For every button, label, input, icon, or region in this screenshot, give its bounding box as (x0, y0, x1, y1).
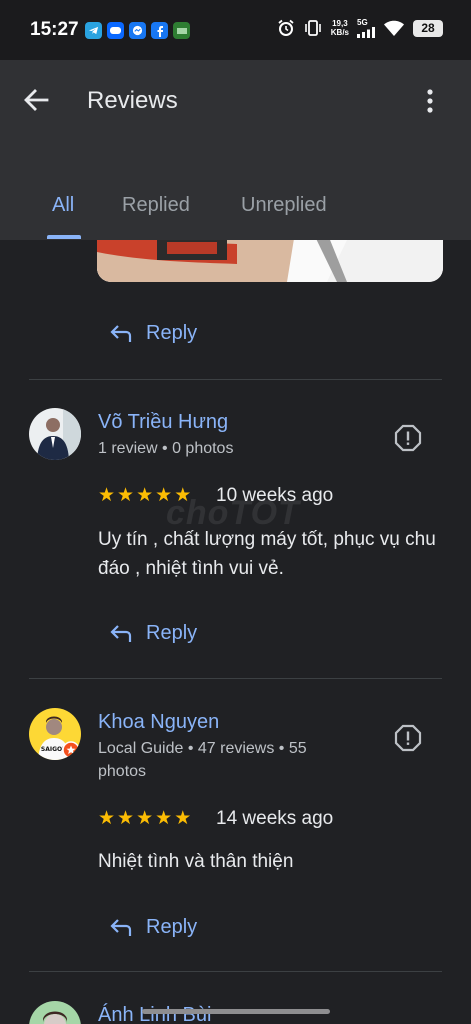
tab-indicator (47, 235, 81, 239)
divider (29, 971, 442, 972)
review-date: 14 weeks ago (216, 808, 334, 829)
reviewer-name[interactable]: Ánh Linh Bùi (98, 1004, 211, 1024)
status-time: 15:27 (30, 19, 79, 40)
arrow-back-icon (24, 89, 49, 111)
app-icon (173, 22, 190, 39)
alarm-icon (278, 19, 294, 36)
wifi-icon (384, 20, 404, 36)
star-icon: ★ (136, 808, 154, 829)
review-text: Nhiệt tình và thân thiện (98, 851, 294, 872)
net-speed: 19,3 KB/s (331, 19, 349, 37)
star-rating: ★ ★ ★ ★ ★ (98, 807, 191, 830)
star-icon: ★ (136, 485, 154, 506)
messenger-icon (129, 22, 146, 39)
reviews-list[interactable]: Reply Võ Triều Hưng 1 review • 0 photos … (0, 240, 471, 1024)
net-speed-unit: KB/s (330, 28, 349, 37)
network-type: 5G (357, 18, 368, 27)
cell-signal: 5G (357, 18, 375, 38)
reply-icon (110, 324, 132, 342)
star-icon: ★ (98, 808, 116, 829)
star-icon: ★ (98, 485, 116, 506)
star-icon: ★ (174, 808, 192, 829)
page-title: Reviews (87, 87, 178, 114)
star-icon: ★ (155, 808, 173, 829)
star-icon: ★ (117, 485, 135, 506)
battery-indicator: 28 (413, 19, 443, 37)
reviewer-meta: 1 review • 0 photos (98, 440, 234, 457)
app-bar: Reviews All Replied Unreplied (0, 60, 471, 240)
back-button[interactable] (22, 86, 58, 116)
avatar[interactable] (29, 408, 81, 460)
star-icon: ★ (117, 808, 135, 829)
review-text: Uy tín , chất lượng máy tốt, phục vụ chu… (98, 529, 436, 579)
tab-all[interactable]: All (52, 194, 74, 217)
filter-tabs: All Replied Unreplied (0, 180, 471, 240)
system-icons: 19,3 KB/s 5G 28 (277, 18, 443, 38)
reply-label: Reply (146, 916, 198, 938)
reply-button[interactable]: Reply (110, 622, 197, 645)
avatar[interactable] (29, 1001, 81, 1024)
reply-icon (110, 918, 132, 936)
reply-button[interactable]: Reply (110, 322, 197, 345)
reviewer-meta: Local Guide • 47 reviews • 55 photos (98, 740, 307, 780)
watermark: choTOT (166, 494, 300, 532)
more-options-button[interactable] (420, 88, 440, 116)
reviewer-name[interactable]: Khoa Nguyen (98, 711, 219, 734)
report-icon (394, 724, 422, 752)
notification-icons (85, 22, 190, 39)
more-vert-icon (427, 89, 433, 113)
divider (29, 678, 442, 679)
status-bar: 15:27 19,3 KB/s 5G 28 (0, 0, 471, 60)
reply-button[interactable]: Reply (110, 916, 197, 939)
reply-label: Reply (146, 622, 198, 644)
reply-label: Reply (146, 322, 198, 344)
net-speed-value: 19,3 (332, 19, 348, 28)
report-icon (394, 424, 422, 452)
reviewer-name[interactable]: Võ Triều Hưng (98, 411, 228, 434)
reply-icon (110, 624, 132, 642)
home-indicator[interactable] (142, 1009, 330, 1014)
zalo-icon (107, 22, 124, 39)
avatar[interactable]: SAIGON (29, 708, 81, 760)
telegram-icon (85, 22, 102, 39)
vibrate-icon (304, 20, 321, 36)
divider (29, 379, 442, 380)
report-button[interactable] (394, 724, 422, 752)
tab-replied[interactable]: Replied (122, 194, 190, 217)
tab-unreplied[interactable]: Unreplied (241, 194, 327, 217)
facebook-icon (151, 22, 168, 39)
signal-icon (357, 27, 375, 38)
review-photo[interactable] (97, 240, 443, 282)
report-button[interactable] (394, 424, 422, 452)
